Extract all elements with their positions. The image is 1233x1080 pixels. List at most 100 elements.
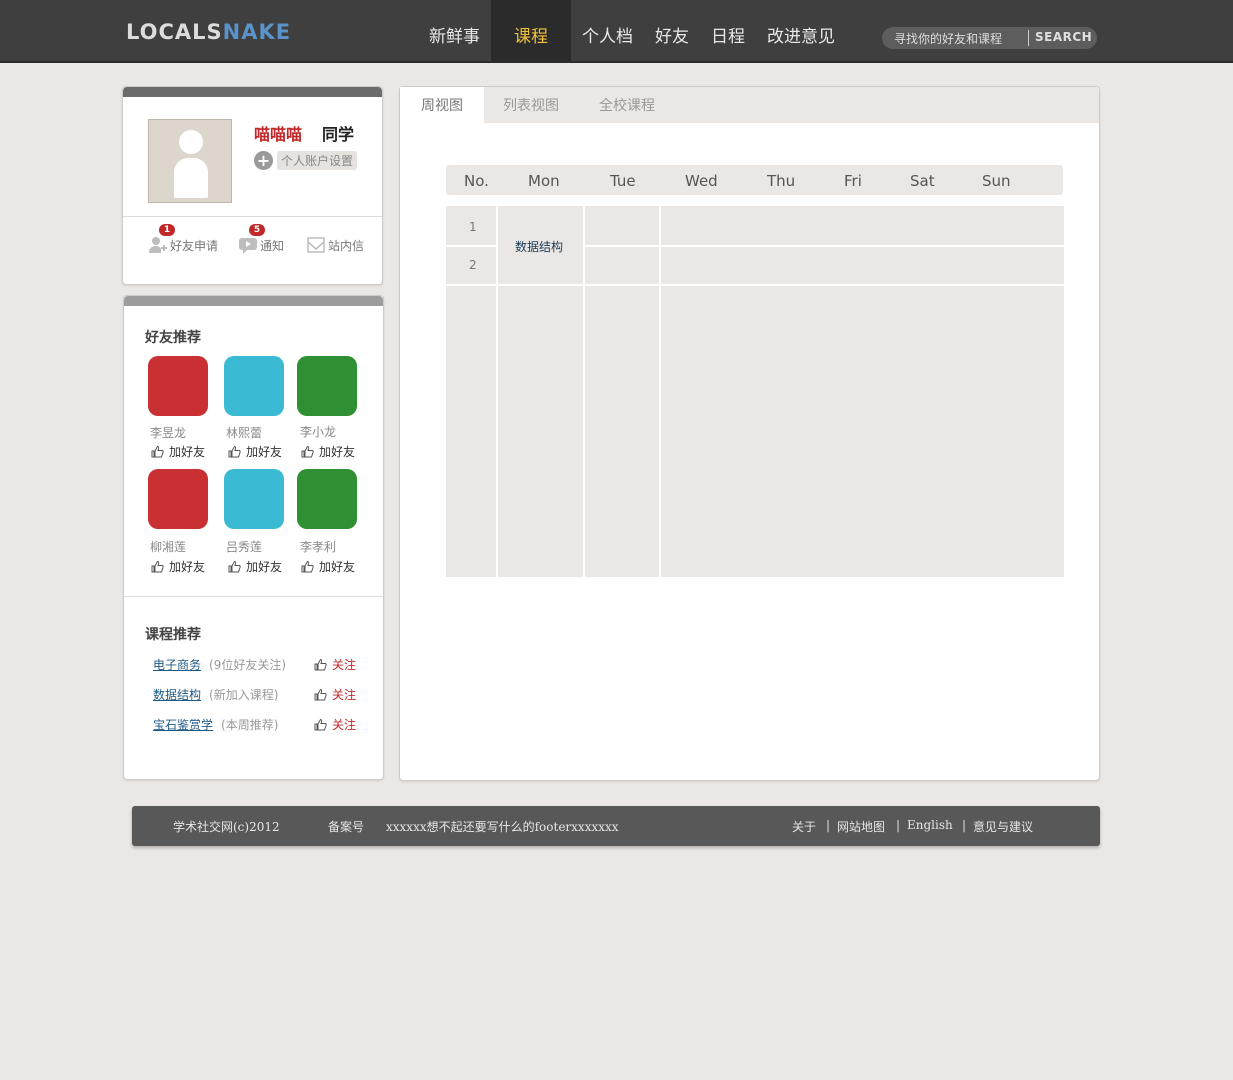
course-link[interactable]: 电子商务 bbox=[153, 656, 201, 673]
footer-link-feedback[interactable]: 意见与建议 bbox=[973, 818, 1033, 835]
profile-card: 喵喵喵 同学 + 个人账户设置 1 好友申请 5 通知 站内信 bbox=[122, 86, 383, 285]
add-friend-label: 加好友 bbox=[169, 445, 206, 459]
nav-item-feedback[interactable]: 改进意见 bbox=[756, 0, 846, 63]
tab-week-view[interactable]: 周视图 bbox=[400, 87, 484, 123]
nav-item-friends[interactable]: 好友 bbox=[644, 0, 700, 63]
week-header: No. Mon Tue Wed Thu Fri Sat Sun bbox=[446, 165, 1063, 195]
messages-link[interactable]: 站内信 bbox=[307, 236, 364, 254]
friend-avatar[interactable] bbox=[148, 469, 208, 529]
messages-label: 站内信 bbox=[328, 238, 365, 253]
top-navigation-bar: LOCALSNAKE 新鲜事 课程 个人档 好友 日程 改进意见 SEARCH bbox=[0, 0, 1233, 63]
period-number: 2 bbox=[469, 258, 477, 272]
plus-icon: + bbox=[254, 151, 273, 170]
logo-text-part1: LOCALS bbox=[126, 20, 223, 44]
thumbs-up-icon bbox=[314, 688, 327, 700]
course-item: 宝石鉴赏学 (本周推荐) bbox=[153, 716, 278, 733]
add-friend-button[interactable]: 加好友 bbox=[228, 558, 282, 575]
course-note: (9位好友关注) bbox=[209, 658, 287, 672]
nav-item-schedule[interactable]: 日程 bbox=[700, 0, 756, 63]
nav-item-news[interactable]: 新鲜事 bbox=[418, 0, 491, 63]
grid-line bbox=[583, 245, 1064, 247]
add-friend-label: 加好友 bbox=[319, 560, 356, 574]
tab-all-courses[interactable]: 全校课程 bbox=[599, 87, 655, 123]
column-header: Tue bbox=[610, 172, 636, 190]
friend-name: 林熙蕾 bbox=[226, 426, 263, 440]
friend-requests-label: 好友申请 bbox=[170, 238, 219, 253]
course-item: 电子商务 (9位好友关注) bbox=[153, 656, 286, 673]
user-role: 同学 bbox=[322, 125, 355, 144]
thumbs-up-icon bbox=[314, 718, 327, 730]
site-logo[interactable]: LOCALSNAKE bbox=[126, 20, 291, 44]
friend-avatar[interactable] bbox=[297, 356, 357, 416]
footer-separator: | bbox=[962, 818, 967, 832]
grid-line bbox=[446, 284, 1064, 286]
course-note: (新加入课程) bbox=[209, 688, 279, 702]
footer-link-sitemap[interactable]: 网站地图 bbox=[837, 818, 885, 835]
add-friend-button[interactable]: 加好友 bbox=[301, 443, 355, 460]
friend-avatar[interactable] bbox=[297, 469, 357, 529]
course-link[interactable]: 数据结构 bbox=[153, 686, 201, 703]
divider bbox=[123, 216, 382, 217]
friend-recommend-title: 好友推荐 bbox=[145, 330, 201, 346]
avatar[interactable] bbox=[148, 119, 232, 203]
friend-avatar[interactable] bbox=[148, 356, 208, 416]
tab-list-view[interactable]: 列表视图 bbox=[503, 87, 559, 123]
search-box: SEARCH bbox=[882, 27, 1097, 49]
recommendations-card: 好友推荐 李昱龙 林熙蕾 李小龙 加好友 加好友 加好友 柳湘莲 吕秀莲 李孝利… bbox=[123, 295, 384, 780]
course-recommend-title: 课程推荐 bbox=[145, 627, 201, 643]
grid-line bbox=[446, 245, 498, 247]
add-friend-button[interactable]: 加好友 bbox=[151, 443, 205, 460]
nav-item-courses[interactable]: 课程 bbox=[491, 0, 571, 63]
course-item: 数据结构 (新加入课程) bbox=[153, 686, 278, 703]
view-tabs: 周视图 列表视图 全校课程 bbox=[400, 87, 1099, 123]
friend-avatar[interactable] bbox=[224, 469, 284, 529]
friend-request-badge: 1 bbox=[159, 224, 175, 236]
grid-line bbox=[583, 206, 585, 577]
divider bbox=[124, 596, 383, 597]
course-cell[interactable]: 数据结构 bbox=[515, 238, 563, 255]
thumbs-up-icon bbox=[301, 560, 314, 572]
column-header: Mon bbox=[528, 172, 560, 190]
course-link[interactable]: 宝石鉴赏学 bbox=[153, 716, 213, 733]
recommendations-card-cap bbox=[124, 296, 383, 306]
grid-line bbox=[496, 206, 498, 577]
add-friend-icon: 1 bbox=[149, 224, 175, 254]
column-header: No. bbox=[464, 172, 489, 190]
avatar-body-shape bbox=[174, 158, 208, 198]
add-friend-button[interactable]: 加好友 bbox=[228, 443, 282, 460]
column-header: Sat bbox=[910, 172, 935, 190]
profile-card-cap bbox=[123, 87, 382, 97]
column-header: Thu bbox=[767, 172, 796, 190]
nav-item-profile[interactable]: 个人档 bbox=[571, 0, 644, 63]
friend-avatar[interactable] bbox=[224, 356, 284, 416]
friend-name: 柳湘莲 bbox=[150, 540, 187, 554]
add-friend-label: 加好友 bbox=[319, 445, 356, 459]
footer-link-about[interactable]: 关于 bbox=[792, 818, 816, 835]
follow-label: 关注 bbox=[332, 688, 357, 702]
search-input[interactable] bbox=[894, 30, 1029, 47]
follow-course-button[interactable]: 关注 bbox=[314, 686, 356, 703]
follow-course-button[interactable]: 关注 bbox=[314, 656, 356, 673]
add-friend-label: 加好友 bbox=[246, 445, 283, 459]
notification-icon: 5 bbox=[239, 224, 265, 254]
column-header: Fri bbox=[844, 172, 862, 190]
main-nav: 新鲜事 课程 个人档 好友 日程 改进意见 bbox=[418, 0, 846, 63]
thumbs-up-icon bbox=[301, 445, 314, 457]
friend-name: 李孝利 bbox=[300, 540, 337, 554]
add-friend-label: 加好友 bbox=[169, 560, 206, 574]
search-button[interactable]: SEARCH bbox=[1035, 30, 1092, 44]
add-friend-button[interactable]: 加好友 bbox=[151, 558, 205, 575]
notifications-link[interactable]: 5 通知 bbox=[239, 224, 284, 254]
footer: 学术社交网(c)2012 备案号 xxxxxx想不起还要写什么的footerxx… bbox=[132, 806, 1100, 846]
friend-requests-link[interactable]: 1 好友申请 bbox=[149, 224, 219, 254]
search-divider bbox=[1028, 30, 1029, 46]
thumbs-up-icon bbox=[314, 658, 327, 670]
add-friend-button[interactable]: 加好友 bbox=[301, 558, 355, 575]
account-settings-button[interactable]: + 个人账户设置 bbox=[254, 151, 358, 170]
footer-text: xxxxxx想不起还要写什么的footerxxxxxxx bbox=[386, 820, 619, 834]
schedule-grid: 1 2 数据结构 bbox=[446, 206, 1064, 577]
footer-separator: | bbox=[826, 818, 831, 832]
follow-label: 关注 bbox=[332, 658, 357, 672]
footer-link-english[interactable]: English bbox=[907, 818, 953, 832]
follow-course-button[interactable]: 关注 bbox=[314, 716, 356, 733]
